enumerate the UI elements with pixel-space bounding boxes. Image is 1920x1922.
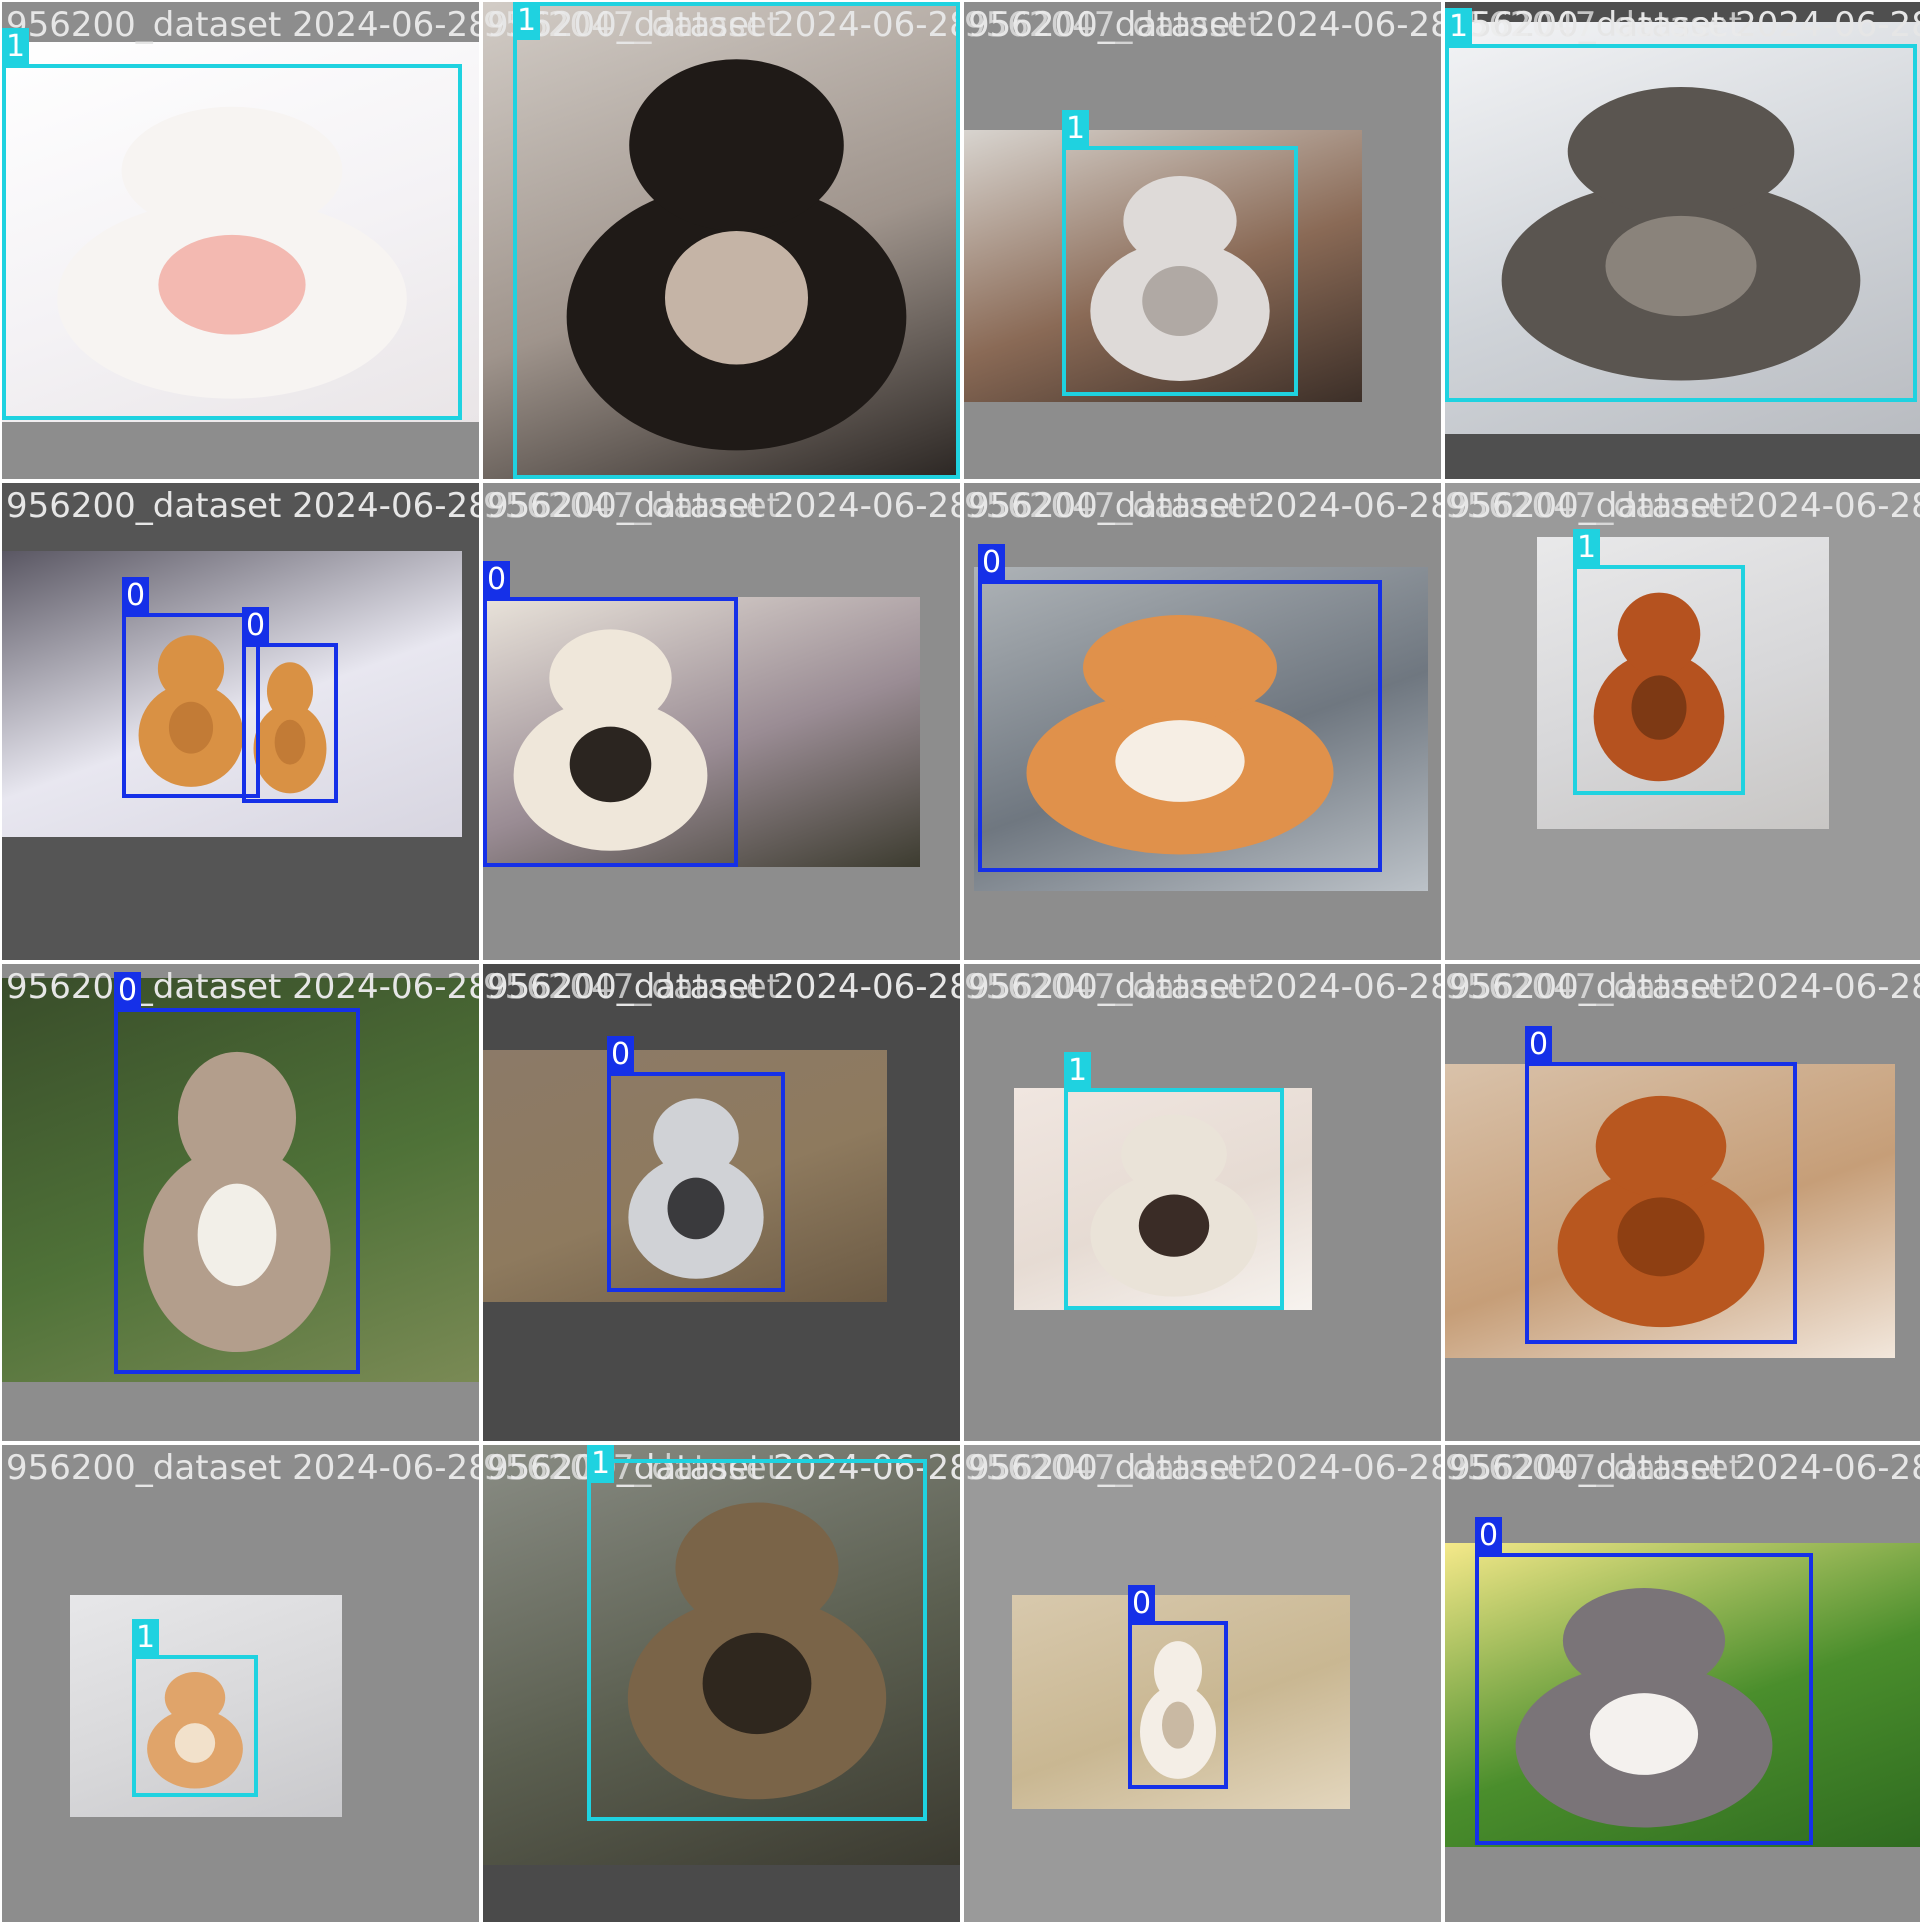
class-label-tag: 0 xyxy=(978,544,1006,582)
mosaic-tile: 956200_dataset 2024-06-28 0 0 xyxy=(2,483,479,960)
mosaic-tile: 956200_dataset 2024-06-28 9562047_dataset… xyxy=(1445,2,1920,479)
filename-caption: 956200_dataset 2024-06-28 xyxy=(968,486,1441,526)
filename-caption: 956200_dataset 2024-06-28 xyxy=(1449,967,1920,1007)
mosaic-tile: 956200_dataset 2024-06-28 9562047_dataset… xyxy=(1445,483,1920,960)
mosaic-tile: 956200_dataset 2024-06-28 9562047_dataset… xyxy=(483,964,960,1441)
filename-caption: 956200_dataset 2024-06-28 xyxy=(968,967,1441,1007)
filename-caption-overlap: 9562047_dataset xyxy=(964,5,1261,45)
class-label-tag: 0 xyxy=(607,1036,635,1074)
class-label-tag: 0 xyxy=(483,561,511,599)
bounding-box xyxy=(483,597,738,867)
filename-caption-overlap: 9562047_dataset xyxy=(483,967,780,1007)
mosaic-tile: 956200_dataset 2024-06-28 9562047_dataset… xyxy=(1445,964,1920,1441)
filename-caption: 956200_dataset 2024-06-28 xyxy=(6,5,479,45)
mosaic-tile: 956200_dataset 2024-06-28 9562047_dataset… xyxy=(964,1445,1441,1922)
bounding-box xyxy=(132,1655,258,1797)
class-label-tag: 1 xyxy=(513,2,541,40)
filename-caption-overlap: 9562047_dataset xyxy=(1445,1448,1742,1488)
filename-caption-overlap: 9562047_dataset xyxy=(483,486,780,526)
mosaic-tile: 956200_dataset 2024-06-28 0 xyxy=(2,964,479,1441)
bounding-box xyxy=(513,2,960,479)
filename-caption-overlap: 9562047_dataset xyxy=(1445,486,1742,526)
filename-caption: 956200_dataset 2024-06-28 xyxy=(1449,1448,1920,1488)
filename-caption: 956200_dataset 2024-06-28 xyxy=(968,5,1441,45)
mosaic-tile: 956200_dataset 2024-06-28 9562047_dataset… xyxy=(964,964,1441,1441)
mosaic-tile: 956200_dataset 2024-06-28 9562047_dataset… xyxy=(483,1445,960,1922)
class-label-tag: 0 xyxy=(242,607,270,645)
mosaic-tile: 956200_dataset 2024-06-28 9562047_dataset… xyxy=(964,2,1441,479)
filename-caption: 956200_dataset 2024-06-28 xyxy=(487,967,960,1007)
filename-caption-overlap: 9562047_dataset xyxy=(964,1448,1261,1488)
bounding-box xyxy=(587,1459,927,1821)
bounding-box xyxy=(1445,44,1917,402)
mosaic-tile: 956200_dataset 2024-06-28 1 xyxy=(2,2,479,479)
mosaic-tile: 956200_dataset 2024-06-28 9562047_dataset… xyxy=(964,483,1441,960)
mosaic-tile: 956200_dataset 2024-06-28 9562047_dataset… xyxy=(483,2,960,479)
class-label-tag: 0 xyxy=(1475,1517,1503,1555)
bounding-box xyxy=(1475,1553,1813,1845)
filename-caption-overlap: 9562047_dataset xyxy=(1445,967,1742,1007)
class-label-tag: 1 xyxy=(1573,529,1601,567)
class-label-tag: 1 xyxy=(2,28,30,66)
batch-mosaic: 956200_dataset 2024-06-28 1 956200_dataset… xyxy=(0,0,1920,1922)
bounding-box xyxy=(607,1072,785,1292)
mosaic-tile: 956200_dataset 2024-06-28 1 xyxy=(2,1445,479,1922)
class-label-tag: 0 xyxy=(1525,1026,1553,1064)
class-label-tag: 0 xyxy=(1128,1585,1156,1623)
filename-caption-overlap: 9562047_dataset xyxy=(964,967,1261,1007)
mosaic-tile: 956200_dataset 2024-06-28 9562047_dataset… xyxy=(483,483,960,960)
filename-caption: 956200_dataset 2024-06-28 xyxy=(487,486,960,526)
bounding-box xyxy=(1062,146,1298,396)
bounding-box xyxy=(978,580,1382,872)
class-label-tag: 1 xyxy=(1064,1052,1092,1090)
bounding-box xyxy=(242,643,338,803)
class-label-tag: 1 xyxy=(132,1619,160,1657)
bounding-box xyxy=(114,1008,360,1374)
bounding-box xyxy=(1064,1088,1284,1310)
class-label-tag: 0 xyxy=(114,972,142,1010)
bounding-box xyxy=(1525,1062,1797,1344)
bounding-box xyxy=(122,613,260,798)
filename-caption: 956200_dataset 2024-06-28 xyxy=(6,1448,479,1488)
bounding-box xyxy=(2,64,462,420)
class-label-tag: 0 xyxy=(122,577,150,615)
class-label-tag: 1 xyxy=(587,1445,615,1483)
filename-caption: 956200_dataset 2024-06-28 xyxy=(968,1448,1441,1488)
filename-caption: 956200_dataset 2024-06-28 xyxy=(6,486,479,526)
bounding-box xyxy=(1128,1621,1228,1789)
bounding-box xyxy=(1573,565,1745,795)
class-label-tag: 1 xyxy=(1445,8,1473,46)
filename-caption: 956200_dataset 2024-06-28 xyxy=(1449,486,1920,526)
mosaic-tile: 956200_dataset 2024-06-28 9562047_dataset… xyxy=(1445,1445,1920,1922)
class-label-tag: 1 xyxy=(1062,110,1090,148)
filename-caption-overlap: 9562047_dataset xyxy=(964,486,1261,526)
